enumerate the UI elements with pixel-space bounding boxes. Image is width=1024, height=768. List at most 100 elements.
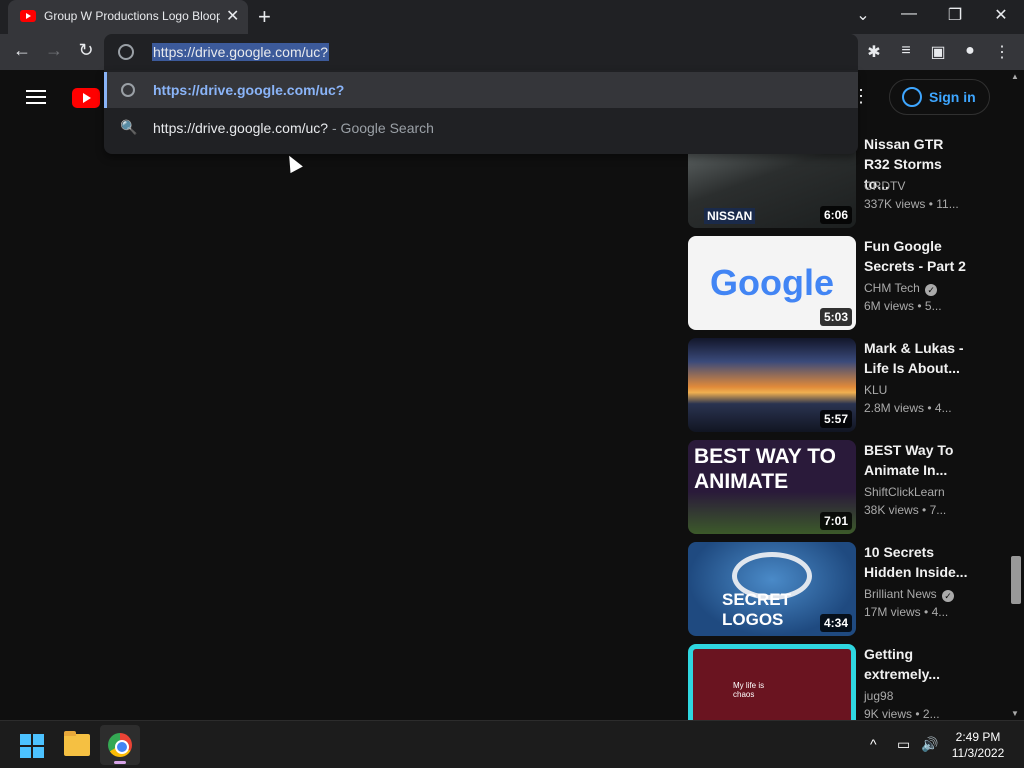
video-title[interactable]: Mark & Lukas - Life Is About... (864, 338, 968, 378)
video-thumbnail[interactable]: Google 5:03 (688, 236, 856, 330)
video-thumbnail[interactable]: SECRET LOGOS 4:34 (688, 542, 856, 636)
chrome-menu-icon[interactable]: ⋮ (991, 42, 1013, 62)
youtube-favicon-icon (20, 10, 36, 22)
upload-age: 4... (931, 605, 949, 619)
taskbar-clock[interactable]: 2:49 PM 11/3/2022 (946, 729, 1010, 761)
tab-strip: Group W Productions Logo Bloop ✕ + ⌄ — ❐… (0, 0, 1024, 34)
verified-icon: ✓ (925, 284, 938, 296)
video-duration: 5:57 (819, 410, 852, 428)
channel-name[interactable]: jug98 (864, 689, 893, 703)
search-icon: 🔍 (120, 119, 138, 135)
video-item[interactable]: BEST WAY TO ANIMATE 7:01 BEST Way To Ani… (688, 440, 988, 534)
youtube-logo-icon[interactable] (72, 88, 100, 108)
close-window-button[interactable]: ✕ (986, 5, 1016, 25)
suggestion-search[interactable]: 🔍 https://drive.google.com/uc? - Google … (104, 110, 858, 146)
windows-start-icon[interactable] (20, 734, 44, 758)
clock-date: 11/3/2022 (951, 746, 1005, 760)
video-title[interactable]: 10 Secrets Hidden Inside... (864, 542, 968, 582)
suggestion-text: https://drive.google.com/uc? (153, 82, 345, 98)
upload-age: 7... (929, 503, 947, 517)
video-thumbnail[interactable]: BEST WAY TO ANIMATE 7:01 (688, 440, 856, 534)
video-thumbnail[interactable]: My life is chaos (688, 644, 856, 720)
browser-tab[interactable]: Group W Productions Logo Bloop ✕ (8, 0, 248, 34)
channel-name[interactable]: CRDTV (864, 179, 905, 193)
view-count: 38K views (864, 503, 919, 517)
channel-label: CHM Tech (864, 281, 920, 295)
upload-age: 4... (934, 401, 952, 415)
network-icon[interactable]: ▭ (897, 736, 910, 753)
upload-age: 5... (924, 299, 942, 313)
show-hidden-icons-icon[interactable]: ^ (870, 736, 877, 752)
channel-name[interactable]: ShiftClickLearn (864, 485, 945, 499)
account-icon (902, 87, 922, 107)
tab-search-icon[interactable]: ⌄ (848, 5, 878, 25)
extensions-icon[interactable]: ✱ (863, 42, 885, 62)
profile-icon[interactable]: ● (959, 42, 981, 60)
video-meta: 17M views • 4... (864, 605, 949, 619)
view-count: 6M views (864, 299, 915, 313)
sign-in-label: Sign in (929, 89, 976, 105)
page-scrollbar[interactable]: ▲ ▼ (1008, 70, 1024, 720)
media-controls-icon[interactable]: ≡ (895, 42, 917, 60)
video-duration: 4:34 (819, 614, 852, 632)
upload-age: 2... (922, 707, 940, 720)
video-item[interactable]: Google 5:03 Fun Google Secrets - Part 2 … (688, 236, 988, 330)
minimize-button[interactable]: — (894, 5, 924, 23)
chrome-taskbar-button[interactable] (100, 725, 140, 765)
thumbnail-text: Google (710, 262, 834, 303)
video-title[interactable]: BEST Way To Animate In... (864, 440, 968, 480)
scroll-up-icon[interactable]: ▲ (1011, 72, 1019, 81)
site-info-icon[interactable] (118, 44, 134, 60)
video-duration: 7:01 (819, 512, 852, 530)
suggestion-suffix: - Google Search (328, 120, 434, 136)
view-count: 337K views (864, 197, 926, 211)
video-thumbnail[interactable]: 5:57 (688, 338, 856, 432)
scroll-down-icon[interactable]: ▼ (1011, 709, 1019, 718)
view-count: 9K views (864, 707, 913, 720)
address-input[interactable]: https://drive.google.com/uc? (152, 43, 330, 61)
side-panel-icon[interactable]: ▣ (927, 42, 949, 62)
suggestion-query: https://drive.google.com/uc? (153, 120, 329, 136)
tab-title: Group W Productions Logo Bloop (44, 9, 220, 23)
view-count: 2.8M views (864, 401, 925, 415)
view-count: 17M views (864, 605, 921, 619)
suggestion-url[interactable]: https://drive.google.com/uc? (104, 72, 858, 108)
thumbnail-text: NISSAN (704, 208, 756, 224)
video-duration: 5:03 (819, 308, 852, 326)
channel-name[interactable]: Brilliant News ✓ (864, 587, 955, 602)
clock-time: 2:49 PM (955, 730, 1001, 744)
video-title[interactable]: Fun Google Secrets - Part 2 (864, 236, 968, 276)
video-item[interactable]: SECRET LOGOS 4:34 10 Secrets Hidden Insi… (688, 542, 988, 636)
scrollbar-thumb[interactable] (1011, 556, 1021, 604)
taskbar: ^ ▭ 🔊 2:49 PM 11/3/2022 (0, 720, 1024, 768)
tab-close-icon[interactable]: ✕ (226, 6, 239, 26)
channel-name[interactable]: CHM Tech ✓ (864, 281, 938, 296)
menu-icon[interactable] (26, 90, 46, 104)
video-item[interactable]: 5:57 Mark & Lukas - Life Is About... KLU… (688, 338, 988, 432)
file-explorer-icon[interactable] (64, 731, 90, 756)
back-button[interactable]: ← (10, 40, 34, 61)
channel-name[interactable]: KLU (864, 383, 887, 397)
mouse-cursor-icon (283, 152, 303, 174)
sign-in-button[interactable]: Sign in (889, 79, 990, 115)
video-title[interactable]: Getting extremely... (864, 644, 968, 684)
video-meta: 9K views • 2... (864, 707, 940, 720)
maximize-button[interactable]: ❐ (940, 5, 970, 25)
forward-button[interactable]: → (42, 40, 66, 61)
video-item[interactable]: My life is chaos Getting extremely... ju… (688, 644, 988, 720)
omnibox-dropdown: https://drive.google.com/uc? 🔍 https://d… (104, 70, 858, 154)
thumbnail-text: BEST WAY TO ANIMATE (694, 445, 836, 493)
active-indicator (114, 761, 126, 764)
chrome-icon (108, 733, 132, 757)
video-duration: 6:06 (819, 206, 852, 224)
reload-button[interactable]: ↻ (74, 40, 98, 61)
new-tab-button[interactable]: + (258, 4, 271, 30)
globe-icon (121, 83, 135, 97)
address-bar[interactable]: https://drive.google.com/uc? (104, 34, 858, 70)
volume-icon[interactable]: 🔊 (921, 736, 938, 753)
video-meta: 2.8M views • 4... (864, 401, 952, 415)
thumbnail-text: My life is chaos (733, 681, 765, 699)
upload-age: 11... (936, 197, 959, 211)
verified-icon: ✓ (942, 590, 955, 602)
video-meta: 38K views • 7... (864, 503, 947, 517)
